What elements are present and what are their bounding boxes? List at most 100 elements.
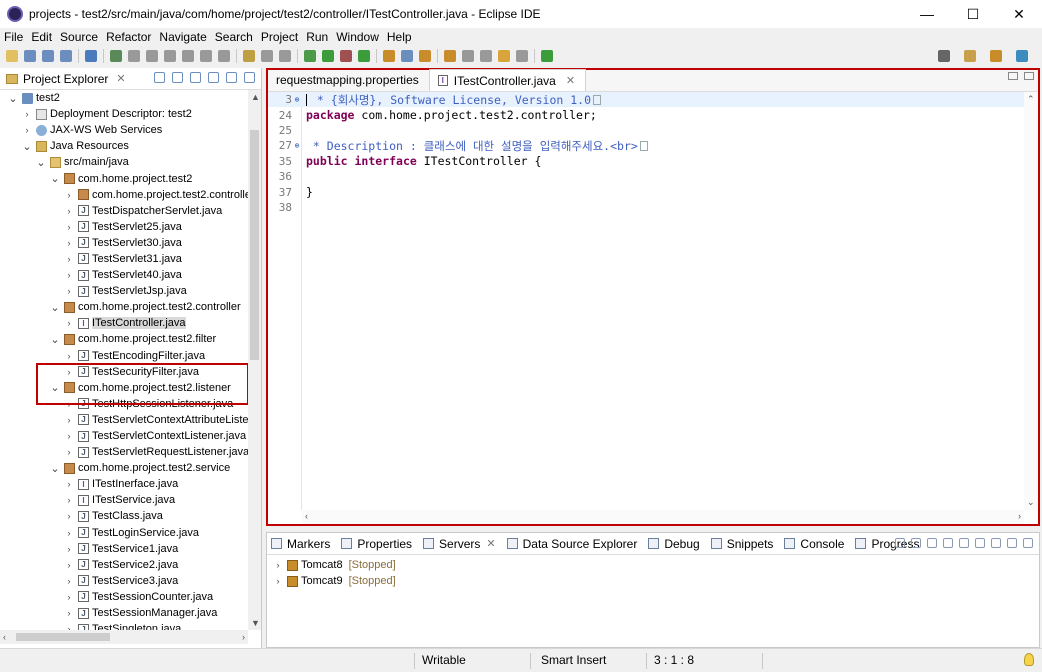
tree-item[interactable]: › J TestServletRequestListener.java <box>0 444 249 460</box>
folded-block-icon[interactable] <box>593 95 601 106</box>
save-all-icon[interactable] <box>42 50 54 62</box>
tab-servers[interactable]: Servers ✕ <box>423 537 496 551</box>
new-icon[interactable] <box>6 50 18 62</box>
minimize-view-icon[interactable] <box>226 72 237 83</box>
tree-item[interactable]: › J TestService1.java <box>0 541 248 557</box>
show-whitespace-icon[interactable] <box>261 50 273 62</box>
maximize-editor-icon[interactable] <box>1024 72 1034 80</box>
chevron-down-icon[interactable]: ⌄ <box>50 334 60 346</box>
scroll-thumb[interactable] <box>16 633 110 641</box>
link-with-editor-icon[interactable] <box>172 72 183 83</box>
menu-run[interactable]: Run <box>306 30 328 44</box>
tree-item[interactable]: › J TestServlet30.java <box>0 235 248 251</box>
tab-console[interactable]: Console <box>784 537 844 551</box>
scroll-left-icon[interactable]: ‹ <box>3 632 6 642</box>
chevron-right-icon[interactable]: › <box>64 286 74 296</box>
tree-item[interactable]: › I ITestController.java <box>0 315 248 331</box>
maximize-view-icon[interactable] <box>244 72 255 83</box>
scroll-right-icon[interactable]: › <box>242 632 245 642</box>
chevron-down-icon[interactable]: ⌄ <box>50 302 60 314</box>
tree-item[interactable]: › J TestDispatcherServlet.java <box>0 203 248 219</box>
tree-item[interactable]: ⌄ src/main/java <box>0 154 248 170</box>
chevron-right-icon[interactable]: › <box>64 206 74 216</box>
tab-data-source-explorer[interactable]: Data Source Explorer <box>506 537 637 551</box>
tree-item[interactable]: › J TestServletContextListener.java <box>0 428 248 444</box>
minimize-button[interactable]: — <box>904 0 950 28</box>
last-edit-icon[interactable] <box>480 50 492 62</box>
tree-item[interactable]: › J TestServletJsp.java <box>0 283 248 299</box>
tree-item[interactable]: › J TestSingleton.java <box>0 621 248 630</box>
menu-project[interactable]: Project <box>261 30 298 44</box>
view-menu-icon[interactable] <box>991 538 1001 548</box>
collapse-icon[interactable] <box>895 538 905 548</box>
tree-item[interactable]: ⌄ com.home.project.test2.listener <box>0 380 248 396</box>
chevron-right-icon[interactable]: › <box>64 592 74 602</box>
editor-tab[interactable]: requestmapping.properties <box>268 69 429 91</box>
scroll-left-icon[interactable]: ‹ <box>305 511 308 521</box>
tree-item[interactable]: › J TestServlet40.java <box>0 267 248 283</box>
editor-vertical-scrollbar[interactable]: ⌃ ⌄ <box>1024 92 1038 510</box>
search-icon[interactable] <box>938 50 950 62</box>
chevron-right-icon[interactable]: › <box>64 511 74 521</box>
tree-item[interactable]: ⌄ com.home.project.test2 <box>0 170 248 186</box>
chevron-right-icon[interactable]: › <box>64 479 74 489</box>
chevron-right-icon[interactable]: › <box>64 495 74 505</box>
chevron-right-icon[interactable]: › <box>64 367 74 377</box>
tab-debug[interactable]: Debug <box>648 537 700 551</box>
chevron-right-icon[interactable]: › <box>64 399 74 409</box>
disconnect-icon[interactable] <box>218 50 230 62</box>
chevron-right-icon[interactable]: › <box>273 576 283 586</box>
chevron-right-icon[interactable]: › <box>273 560 283 570</box>
tree-item[interactable]: › J TestServlet25.java <box>0 219 248 235</box>
chevron-right-icon[interactable]: › <box>64 254 74 264</box>
step-over-icon[interactable] <box>146 50 158 62</box>
view-menu-icon[interactable] <box>208 72 219 83</box>
external-tools-icon[interactable] <box>358 50 370 62</box>
publish-icon[interactable] <box>975 538 985 548</box>
chevron-right-icon[interactable]: › <box>64 351 74 361</box>
new-package-icon[interactable] <box>401 50 413 62</box>
tree-item[interactable]: › J TestLoginService.java <box>0 525 248 541</box>
search-icon[interactable] <box>85 50 97 62</box>
debug-perspective-icon[interactable] <box>1016 50 1028 62</box>
tree-item[interactable]: ⌄ com.home.project.test2.filter <box>0 331 248 347</box>
tab-properties[interactable]: Properties <box>341 537 412 551</box>
coverage-icon[interactable] <box>340 50 352 62</box>
forward-icon[interactable] <box>516 50 528 62</box>
suspend-icon[interactable] <box>182 50 194 62</box>
maximize-button[interactable]: ☐ <box>950 0 996 28</box>
tree-item[interactable]: › J TestServletContextAttributeListe <box>0 412 249 428</box>
tree-item[interactable]: › I ITestService.java <box>0 492 248 508</box>
chevron-right-icon[interactable]: › <box>64 560 74 570</box>
tab-markers[interactable]: Markers <box>271 537 330 551</box>
tree-item[interactable]: › J TestEncodingFilter.java <box>0 348 248 364</box>
server-row[interactable]: › Tomcat8 [Stopped] <box>267 557 1039 573</box>
print-icon[interactable] <box>60 50 72 62</box>
minimize-editor-icon[interactable] <box>1008 72 1018 80</box>
folded-block-icon[interactable] <box>639 141 648 152</box>
back-icon[interactable] <box>498 50 510 62</box>
chevron-right-icon[interactable]: › <box>64 431 74 441</box>
tree-item[interactable]: › com.home.project.test2.controlle <box>0 187 249 203</box>
chevron-right-icon[interactable]: › <box>64 576 74 586</box>
scroll-right-icon[interactable]: › <box>1018 511 1021 521</box>
next-annotation-icon[interactable] <box>444 50 456 62</box>
tree-item[interactable]: › Deployment Descriptor: test2 <box>0 106 248 122</box>
step-return-icon[interactable] <box>164 50 176 62</box>
chevron-right-icon[interactable]: › <box>64 318 74 328</box>
chevron-down-icon[interactable]: ⌄ <box>22 141 32 153</box>
explorer-horizontal-scrollbar[interactable]: ‹ › <box>0 630 248 644</box>
start-server-icon[interactable] <box>927 538 937 548</box>
chevron-right-icon[interactable]: › <box>64 238 74 248</box>
menu-edit[interactable]: Edit <box>31 30 52 44</box>
chevron-right-icon[interactable]: › <box>64 608 74 618</box>
pin-editor-icon[interactable] <box>541 50 553 62</box>
tree-item[interactable]: ⌄ test2 <box>0 90 248 106</box>
chevron-down-icon[interactable]: ⌄ <box>50 463 60 475</box>
terminate-icon[interactable] <box>200 50 212 62</box>
maximize-view-icon[interactable] <box>1023 538 1033 548</box>
minimize-view-icon[interactable] <box>1007 538 1017 548</box>
chevron-right-icon[interactable]: › <box>22 109 32 119</box>
tab-project-explorer[interactable]: Project Explorer ✕ <box>0 68 126 90</box>
save-icon[interactable] <box>24 50 36 62</box>
